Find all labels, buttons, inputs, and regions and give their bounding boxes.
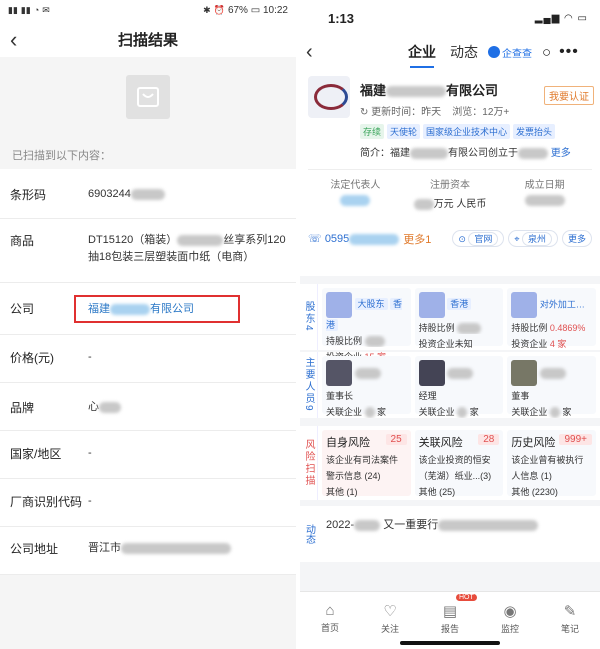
staff-card[interactable]: 董事长 关联企业 家 xyxy=(322,356,411,419)
risk-card[interactable]: 自身风险 25 该企业有司法案件 警示信息 (24) 其他 (1) xyxy=(322,430,411,497)
page-title: 扫描结果 xyxy=(117,31,178,49)
website-button[interactable]: ⊙ 官网 xyxy=(452,230,505,247)
company-link[interactable]: 福建 有限公司 xyxy=(74,295,240,323)
cert-button[interactable]: 我要认证 xyxy=(544,86,594,105)
dynamic-item[interactable]: 2022- 又一重要行 xyxy=(318,506,600,562)
dynamic-section: 动态 2022- 又一重要行 xyxy=(300,506,600,562)
bag-icon xyxy=(126,75,170,119)
row-vendor-code: 厂商识别代码 - xyxy=(0,479,296,527)
shareholder-card[interactable]: 香港 持股比例 投资企业未知 xyxy=(414,288,504,349)
home-indicator xyxy=(400,641,500,645)
risk-card[interactable]: 历史风险 999+ 该企业曾有被执行 人信息 (1) 其他 (2230) xyxy=(507,430,597,497)
more-button[interactable]: 更多 xyxy=(561,230,592,247)
risk-section: 风险扫描 自身风险 25 该企业有司法案件 警示信息 (24) 其他 (1) 关… xyxy=(300,426,600,500)
tag-list: 存续 天使轮 国家级企业技术中心 发票抬头 xyxy=(308,124,592,139)
qcc-logo: 企查查 xyxy=(488,45,532,60)
tag: 存续 xyxy=(360,124,385,139)
row-address: 公司地址 晋江市 xyxy=(0,527,296,575)
row-brand: 品牌 心 xyxy=(0,383,296,431)
update-info: ↻ 更新时间：昨天 浏览：12万+ xyxy=(360,107,510,118)
company-brief: 简介：福建 有限公司创立于 更多 xyxy=(360,147,571,159)
status-bar-ios: 1:13 ▂▄▆ ◠ ▭ xyxy=(300,0,600,36)
scan-result-screen: ▮▮ ▮▮ ◔ ✉ ✱ ⏰ 67% ▭ 10:22 ‹ 扫描结果 已扫描到以下内容： 条形… xyxy=(0,0,296,649)
more-icon[interactable]: ••• xyxy=(559,43,579,61)
heart-icon: ♡ xyxy=(383,603,397,620)
tab-home[interactable]: ⌂ 首页 xyxy=(300,592,360,649)
shareholders-section: 股东4 大股东 香港 持股比例 投资企业 15 家 香港 持股比例 投资企业未知… xyxy=(300,284,600,362)
tag: 天使轮 xyxy=(387,124,421,139)
row-product: 商品 DT15120（箱装） 丝享系列120抽18包装三层塑装面巾纸（电商） xyxy=(0,219,296,283)
row-company: 公司 福建 有限公司 xyxy=(0,283,296,335)
tab-dynamic[interactable]: 动态 xyxy=(450,42,478,62)
search-icon[interactable]: ○ xyxy=(542,44,551,61)
row-barcode: 条形码 6903244 xyxy=(0,169,296,219)
tab-notes[interactable]: ✎ 笔记 xyxy=(540,592,600,649)
status-bar: ▮▮ ▮▮ ◔ ✉ ✱ ⏰ 67% ▭ 10:22 xyxy=(0,0,296,21)
tag: 国家级企业技术中心 xyxy=(423,124,511,139)
shareholder-card[interactable]: 对外加工… 持股比例 0.4869% 投资企业 4 家 xyxy=(507,288,597,349)
info-list: 条形码 6903244 商品 DT15120（箱装） 丝享系列120抽18包装三层… xyxy=(0,169,296,575)
scanned-hint: 已扫描到以下内容： xyxy=(12,150,111,162)
back-icon[interactable]: ‹ xyxy=(10,27,34,53)
contact-bar: ☏ 0595 更多1 ⊙ 官网 ⌖ 泉州 更多 xyxy=(308,224,592,253)
shareholder-card[interactable]: 大股东 香港 持股比例 投资企业 15 家 xyxy=(322,288,411,362)
bottom-tab-bar: ⌂ 首页 ♡ 关注 HOT ▤ 报告 ◉ 监控 ✎ 笔记 xyxy=(300,591,600,649)
note-icon: ✎ xyxy=(563,603,577,620)
tab-company[interactable]: 企业 xyxy=(408,42,436,68)
back-icon[interactable]: ‹ xyxy=(306,41,336,64)
risk-card[interactable]: 关联风险 28 该企业投资的恒安 （芜湖）纸业...(3) 其他 (25) xyxy=(414,430,504,497)
nav-bar: ‹ 扫描结果 xyxy=(0,21,296,57)
row-country: 国家/地区 - xyxy=(0,431,296,479)
key-stats: 法定代表人 注册资本 万元 人民币 成立日期 xyxy=(308,169,592,210)
home-icon: ⌂ xyxy=(325,602,335,619)
company-header-card: 福建 有限公司 ↻ 更新时间：昨天 浏览：12万+ 我要认证 存续 天使轮 国家级… xyxy=(300,68,600,276)
row-price: 价格(元) - xyxy=(0,335,296,383)
staff-section: 主要人员9 董事长 关联企业 家 经理 关联企业 家 董事 关联企业 家 xyxy=(300,352,600,419)
phone-link[interactable]: ☏ 0595 xyxy=(308,232,400,245)
monitor-icon: ◉ xyxy=(503,603,517,620)
company-logo xyxy=(308,76,350,118)
report-icon: ▤ xyxy=(442,603,458,620)
company-detail-screen: 1:13 ▂▄▆ ◠ ▭ ‹ 企业 动态 企查查 ○ ••• 福建 有限公司 ↻ … xyxy=(300,0,600,649)
staff-card[interactable]: 经理 关联企业 家 xyxy=(414,356,504,419)
nav-bar: ‹ 企业 动态 企查查 ○ ••• xyxy=(300,36,600,68)
brief-more-link[interactable]: 更多 xyxy=(551,148,571,159)
staff-card[interactable]: 董事 关联企业 家 xyxy=(507,356,597,419)
company-name: 福建 有限公司 xyxy=(360,83,499,98)
tag: 发票抬头 xyxy=(513,124,556,139)
product-image-area xyxy=(0,57,296,137)
city-button[interactable]: ⌖ 泉州 xyxy=(508,230,558,247)
